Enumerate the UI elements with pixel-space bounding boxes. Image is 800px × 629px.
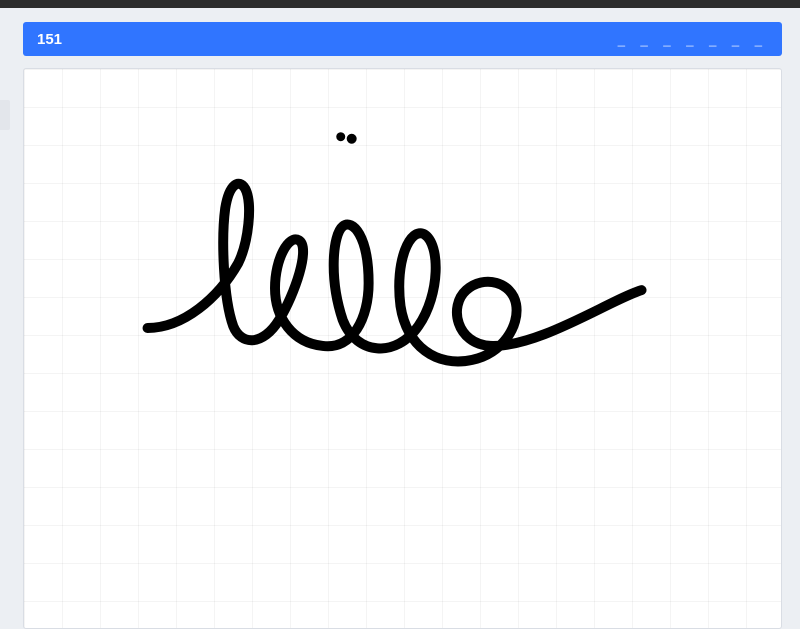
round-header-bar: 151 _ _ _ _ _ _ _ <box>23 22 782 56</box>
round-timer: 151 <box>37 31 62 48</box>
game-content-area: 151 _ _ _ _ _ _ _ <box>0 8 800 629</box>
side-collapse-tab[interactable] <box>0 100 10 130</box>
word-blanks: _ _ _ _ _ _ _ <box>618 32 768 47</box>
app-titlebar-strip <box>0 0 800 8</box>
drawing-canvas[interactable] <box>23 68 782 629</box>
drawing-strokes <box>24 69 781 627</box>
